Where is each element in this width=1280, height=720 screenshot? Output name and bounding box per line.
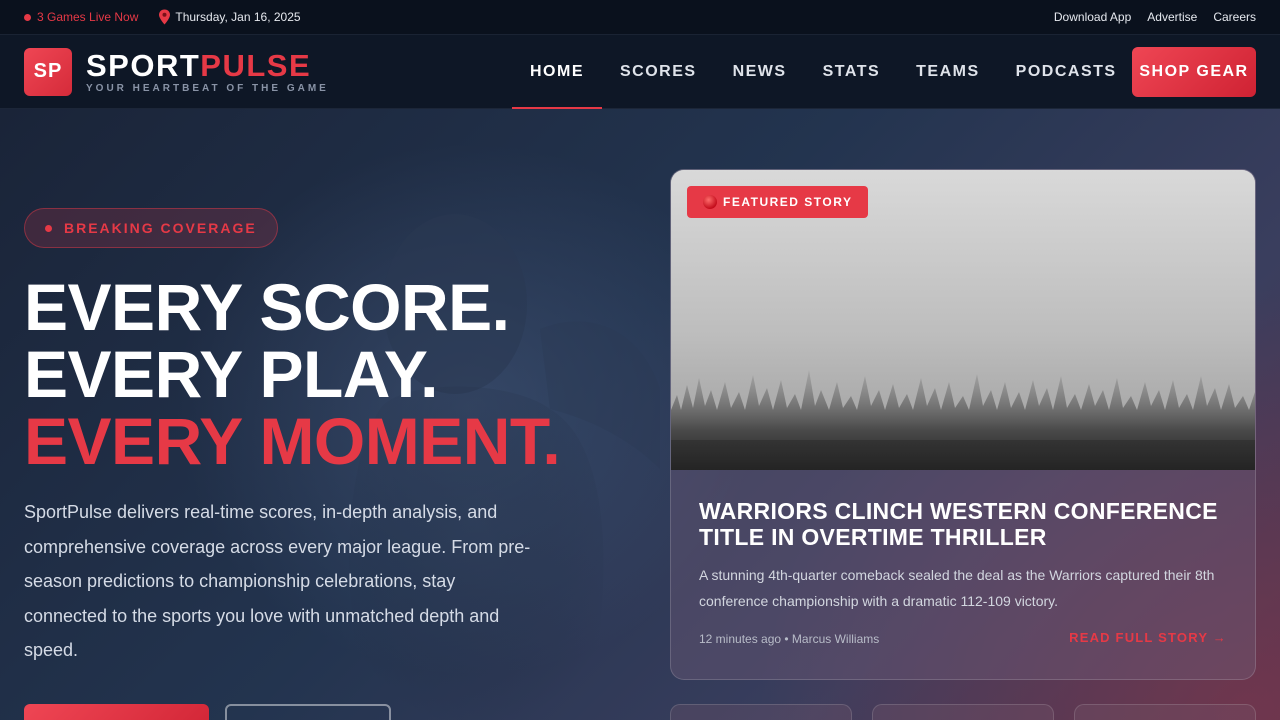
main-header: SP SPORTPULSE YOUR HEARTBEAT OF THE GAME… (0, 35, 1280, 110)
utility-links: Download App Advertise Careers (1054, 10, 1256, 24)
live-record-icon (703, 195, 717, 209)
logo-mark[interactable]: SP (24, 47, 72, 96)
headline-line-1: EVERY SCORE. (24, 270, 510, 344)
featured-tag-label: FEATURED STORY (723, 195, 853, 209)
logo-name-primary: SPORT (86, 47, 201, 83)
hero-primary-button[interactable] (24, 704, 209, 720)
shop-gear-button[interactable]: SHOP GEAR (1132, 47, 1256, 97)
hero-secondary-button[interactable] (225, 704, 391, 720)
featured-story-tag: FEATURED STORY (687, 186, 869, 218)
utility-bar-left: 3 Games Live Now Thursday, Jan 16, 2025 (24, 9, 301, 25)
read-full-story-link[interactable]: READ FULL STORY → (1069, 630, 1227, 645)
date-text: Thursday, Jan 16, 2025 (175, 10, 301, 24)
hero-headline: EVERY SCORE. EVERY PLAY. EVERY MOMENT. (24, 270, 561, 478)
secondary-story-card-2[interactable] (872, 704, 1054, 720)
secondary-story-card-1[interactable] (670, 704, 852, 720)
logo[interactable]: SPORTPULSE YOUR HEARTBEAT OF THE GAME (86, 47, 329, 94)
logo-tagline: YOUR HEARTBEAT OF THE GAME (86, 82, 329, 94)
advertise-link[interactable]: Advertise (1147, 10, 1197, 24)
nav-item-podcasts[interactable]: PODCASTS (998, 35, 1135, 109)
featured-story-meta: 12 minutes ago • Marcus Williams (699, 632, 880, 646)
logo-name-accent: PULSE (200, 47, 312, 83)
download-app-link[interactable]: Download App (1054, 10, 1131, 24)
featured-story-card[interactable]: FEATURED STORY WARRIORS CLINCH WESTERN C… (670, 169, 1256, 680)
featured-story-title[interactable]: WARRIORS CLINCH WESTERN CONFERENCE TITLE… (699, 498, 1229, 550)
nav-item-home[interactable]: HOME (512, 35, 602, 110)
careers-link[interactable]: Careers (1213, 10, 1256, 24)
badge-label: BREAKING COVERAGE (64, 220, 257, 236)
current-date: Thursday, Jan 16, 2025 (158, 9, 301, 25)
live-games-text: 3 Games Live Now (37, 10, 139, 24)
headline-line-3: EVERY MOMENT. (24, 404, 561, 478)
badge-dot-icon (45, 224, 52, 232)
hero-description: SportPulse delivers real-time scores, in… (24, 502, 531, 661)
headline-line-2: EVERY PLAY. (24, 337, 438, 411)
featured-story-body: WARRIORS CLINCH WESTERN CONFERENCE TITLE… (699, 498, 1229, 614)
nav-item-scores[interactable]: SCORES (602, 35, 715, 109)
utility-bar: 3 Games Live Now Thursday, Jan 16, 2025 … (0, 0, 1280, 35)
live-games-indicator[interactable]: 3 Games Live Now (24, 10, 138, 24)
live-dot-icon (24, 13, 31, 21)
hero-section: BREAKING COVERAGE EVERY SCORE. EVERY PLA… (0, 109, 1280, 720)
location-pin-icon (159, 9, 171, 25)
breaking-coverage-badge: BREAKING COVERAGE (24, 208, 278, 248)
logo-name: SPORTPULSE (86, 47, 329, 83)
secondary-story-card-3[interactable] (1074, 704, 1256, 720)
nav-item-teams[interactable]: TEAMS (898, 35, 998, 109)
featured-story-summary: A stunning 4th-quarter comeback sealed t… (699, 567, 1215, 609)
nav-item-stats[interactable]: STATS (805, 35, 899, 109)
nav-item-news[interactable]: NEWS (715, 35, 805, 109)
